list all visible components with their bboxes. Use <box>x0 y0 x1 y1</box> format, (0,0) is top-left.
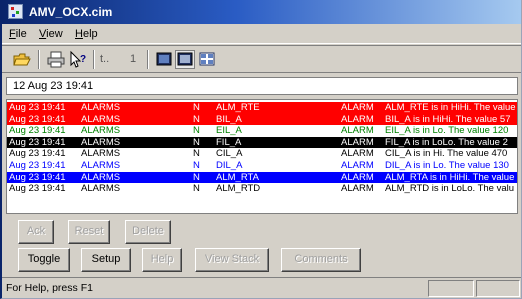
alarm-time: Aug 23 19:41 <box>9 148 66 160</box>
alarm-time: Aug 23 19:41 <box>9 171 66 183</box>
alarm-flag: N <box>193 171 200 183</box>
window-title: AMV_OCX.cim <box>29 5 113 19</box>
alarm-category: ALARMS <box>81 125 121 137</box>
alarm-flag: N <box>193 136 200 148</box>
title-bar[interactable]: AMV_OCX.cim <box>2 0 521 24</box>
alarm-type: ALARM <box>341 183 374 195</box>
status-text: For Help, press F1 <box>6 282 93 294</box>
alarm-row[interactable]: Aug 23 19:41 ALARMS N BIL_A ALARM BIL_A is in… <box>7 113 517 126</box>
alarm-flag: N <box>193 183 200 195</box>
alarm-type: ALARM <box>341 171 374 183</box>
alarm-flag: N <box>193 160 200 171</box>
alarm-message: BIL_A is in HiHi. The value 57 <box>385 113 511 125</box>
alarm-tag: CIL_A <box>216 148 243 160</box>
alarm-tag: EIL_A <box>216 125 242 137</box>
alarm-row[interactable]: Aug 23 19:41 ALARMS N FIL_A ALARM FIL_A is in… <box>7 136 517 149</box>
alarm-category: ALARMS <box>81 113 121 125</box>
alarm-row[interactable]: Aug 23 19:41 ALARMS N CIL_A ALARM CIL_A is in… <box>7 148 517 160</box>
alarm-tag: ALM_RTA <box>216 171 259 183</box>
alarm-row[interactable]: Aug 23 19:41 ALARMS N ALM_RTE ALARM ALM_RTE i… <box>7 102 517 114</box>
alarm-type: ALARM <box>341 136 374 148</box>
alarm-tag: FIL_A <box>216 136 242 148</box>
alarm-time: Aug 23 19:41 <box>9 160 66 171</box>
alarm-row[interactable]: Aug 23 19:41 ALARMS N DIL_A ALARM DIL_A is in… <box>7 160 517 172</box>
alarm-type: ALARM <box>341 148 374 160</box>
alarm-message: ALM_RTD is in LoLo. The valu <box>385 183 515 195</box>
action-buttons-row2: Toggle Setup Help View Stack Comments <box>2 248 521 276</box>
alarm-flag: N <box>193 125 200 137</box>
alarm-tag: ALM_RTD <box>216 183 261 195</box>
alarm-time: Aug 23 19:41 <box>9 125 66 137</box>
alarm-flag: N <box>193 113 200 125</box>
alarm-category: ALARMS <box>81 136 121 148</box>
alarm-type: ALARM <box>341 113 374 125</box>
ack-button[interactable]: Ack <box>18 220 54 244</box>
alarm-message: FIL_A is in LoLo. The value 2 <box>385 136 508 148</box>
menu-file[interactable]: File <box>9 27 27 41</box>
toolbar: ? t.. 1 <box>2 45 521 73</box>
alarm-tag: ALM_RTE <box>216 102 260 113</box>
alarm-category: ALARMS <box>81 102 121 113</box>
alarm-message: EIL_A is in Lo. The value 120 <box>385 125 509 137</box>
alarm-type: ALARM <box>341 102 374 113</box>
alarm-row[interactable]: Aug 23 19:41 ALARMS N EIL_A ALARM EIL_A is in… <box>7 125 517 137</box>
help-button[interactable]: Help <box>142 248 182 272</box>
context-help-icon[interactable]: ? <box>68 50 88 69</box>
date-value: 12 Aug 23 19:41 <box>13 80 94 92</box>
alarm-category: ALARMS <box>81 171 121 183</box>
svg-text:?: ? <box>80 54 86 65</box>
list-view-icon[interactable] <box>175 50 195 69</box>
alarm-row[interactable]: Aug 23 19:41 ALARMS N ALM_RTD ALARM ALM_RTD i… <box>7 183 517 195</box>
alarm-row[interactable]: Aug 23 19:41 ALARMS N ALM_RTA ALARM ALM_RTA i… <box>7 171 517 184</box>
alarm-tag: DIL_A <box>216 160 243 171</box>
status-pane <box>476 280 520 297</box>
page-number: 1 <box>130 53 137 65</box>
view-stack-button[interactable]: View Stack <box>195 248 269 272</box>
alarm-category: ALARMS <box>81 160 121 171</box>
app-icon[interactable] <box>8 4 23 19</box>
alarm-tag: BIL_A <box>216 113 242 125</box>
action-buttons-row1: Ack Reset Delete <box>2 220 521 248</box>
alarm-flag: N <box>193 148 200 160</box>
application-window: AMV_OCX.cim File View Help ? t.. 1 12 Au… <box>0 0 522 299</box>
alarm-message: ALM_RTA is in HiHi. The value <box>385 171 515 183</box>
alarm-time: Aug 23 19:41 <box>9 102 66 113</box>
status-pane <box>428 280 474 297</box>
toolbar-separator <box>93 50 95 69</box>
delete-button[interactable]: Delete <box>125 220 171 244</box>
alarm-message: DIL_A is in Lo. The value 130 <box>385 160 509 171</box>
comments-button[interactable]: Comments <box>281 248 361 272</box>
toggle-button[interactable]: Toggle <box>18 248 70 272</box>
alarm-flag: N <box>193 102 200 113</box>
alarm-time: Aug 23 19:41 <box>9 136 66 148</box>
menu-help[interactable]: Help <box>75 27 98 41</box>
alarm-time: Aug 23 19:41 <box>9 113 66 125</box>
menu-view[interactable]: View <box>39 27 63 41</box>
page-label: t.. <box>100 53 110 65</box>
alarm-time: Aug 23 19:41 <box>9 183 66 195</box>
alarm-type: ALARM <box>341 160 374 171</box>
split-view-icon[interactable] <box>197 50 217 69</box>
toolbar-separator <box>38 50 40 69</box>
setup-button[interactable]: Setup <box>81 248 131 272</box>
print-icon[interactable] <box>46 50 66 69</box>
toolbar-separator <box>147 50 149 69</box>
alarm-category: ALARMS <box>81 148 121 160</box>
alarm-message: CIL_A is in Hi. The value 470 <box>385 148 508 160</box>
menu-bar: File View Help <box>2 24 521 44</box>
alarm-type: ALARM <box>341 125 374 137</box>
reset-button[interactable]: Reset <box>68 220 110 244</box>
status-bar: For Help, press F1 <box>2 277 521 298</box>
alarm-category: ALARMS <box>81 183 121 195</box>
alarm-message: ALM_RTE is in HiHi. The value <box>385 102 516 113</box>
open-folder-icon[interactable] <box>12 50 32 69</box>
date-field[interactable]: 12 Aug 23 19:41 <box>6 77 518 95</box>
single-view-icon[interactable] <box>154 50 174 69</box>
alarm-list[interactable]: Aug 23 19:41 ALARMS N ALM_RTE ALARM ALM_RTE i… <box>6 99 518 214</box>
